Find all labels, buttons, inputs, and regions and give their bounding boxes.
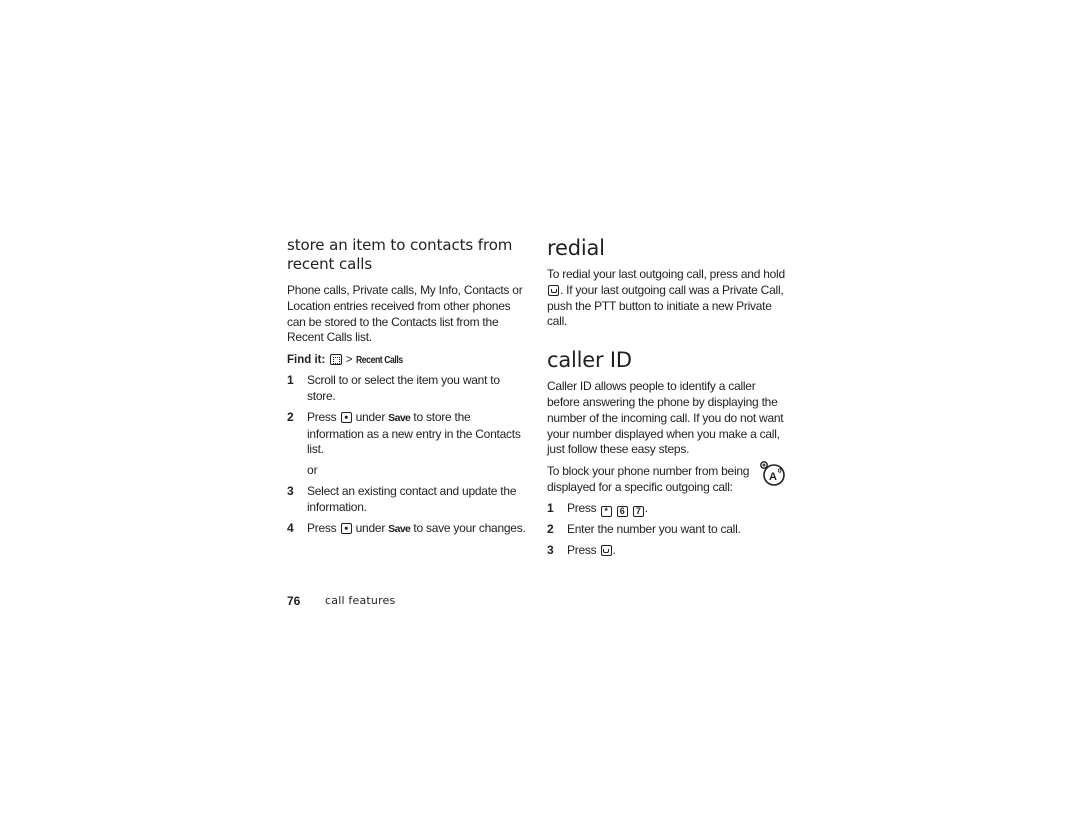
step-text-part: Press [307, 409, 337, 424]
step-number: 2 [547, 521, 554, 536]
center-select-key-icon [340, 522, 352, 534]
step-item: 4 Press under Save to save your changes. [287, 521, 527, 538]
find-it-menu-path: Recent Calls [355, 354, 403, 367]
section-name: call features [325, 594, 396, 607]
send-key-icon [600, 544, 612, 556]
right-column: redial To redial your last outgoing call… [547, 236, 787, 558]
find-it-label: Find it: [287, 354, 326, 367]
caller-id-intro: Caller ID allows people to identify a ca… [547, 379, 784, 457]
step-text: Press under Save to save your changes. [307, 521, 527, 538]
redial-text-part: . If your last outgoing call was a Priva… [547, 282, 784, 329]
step-text: Press . [567, 543, 787, 559]
step-text-part: under [355, 409, 386, 424]
step-text: Enter the number you want to call. [567, 521, 741, 536]
center-select-key-icon [340, 411, 352, 423]
step-number: 1 [287, 373, 294, 388]
block-number-text: To block your phone number from being di… [547, 464, 750, 494]
step-text-part: . [644, 500, 648, 515]
step-text-part: . [612, 542, 616, 557]
step-text-part: Press [567, 542, 597, 557]
star-key-icon: * [600, 505, 612, 517]
softkey-label: Save [388, 411, 411, 424]
page-number: 76 [287, 594, 301, 608]
step-text: Press * 6 7. [567, 501, 787, 517]
redial-text-part: To redial your last outgoing call, press… [547, 267, 785, 281]
find-it-path: Find it: > Recent Calls [287, 352, 527, 368]
step-text: Select an existing contact and update th… [307, 483, 517, 514]
step-item: 1 Scroll to or select the item you want … [287, 373, 527, 405]
step-item: 3 Press . [547, 543, 787, 559]
redial-text: To redial your last outgoing call, press… [547, 267, 787, 330]
softkey-label: Save [388, 522, 411, 535]
page-footer: 76 call features [287, 594, 395, 608]
step-text-part: to save your changes. [413, 520, 526, 535]
seven-key-icon: 7 [632, 505, 644, 517]
step-item: 3 Select an existing contact and update … [287, 484, 527, 516]
step-number: 3 [287, 483, 294, 498]
step-item: 2 Press under Save to store the informat… [287, 410, 527, 458]
find-it-separator: > [345, 354, 353, 367]
step-number: 3 [547, 542, 554, 557]
step-number: 1 [547, 500, 554, 515]
section-heading-redial: redial [547, 236, 605, 260]
step-text-part: to store the information as a new entry … [307, 409, 521, 457]
step-item: 2 Enter the number you want to call. [547, 522, 787, 538]
step-text: Press under Save to store the informatio… [307, 410, 527, 458]
section-heading-store-item: store an item to contacts from recent ca… [287, 236, 513, 273]
six-key-icon: 6 [616, 505, 628, 517]
step-number: 4 [287, 520, 294, 535]
menu-key-icon [329, 354, 342, 366]
network-feature-icon: A [760, 461, 785, 486]
store-item-intro: Phone calls, Private calls, My Info, Con… [287, 283, 523, 345]
svg-text:A: A [769, 471, 777, 483]
or-text: or [307, 463, 318, 478]
step-number: 2 [287, 409, 294, 424]
send-key-icon [548, 284, 559, 296]
block-number-row: To block your phone number from being di… [547, 461, 787, 496]
section-heading-caller-id: caller ID [547, 348, 632, 373]
step-text-part: Press [567, 500, 597, 515]
step-text: Scroll to or select the item you want to… [307, 373, 500, 403]
step-item: 1 Press * 6 7. [547, 501, 787, 517]
step-text-part: Press [307, 520, 337, 535]
left-column: store an item to contacts from recent ca… [287, 236, 527, 537]
step-text-part: under [355, 520, 386, 535]
